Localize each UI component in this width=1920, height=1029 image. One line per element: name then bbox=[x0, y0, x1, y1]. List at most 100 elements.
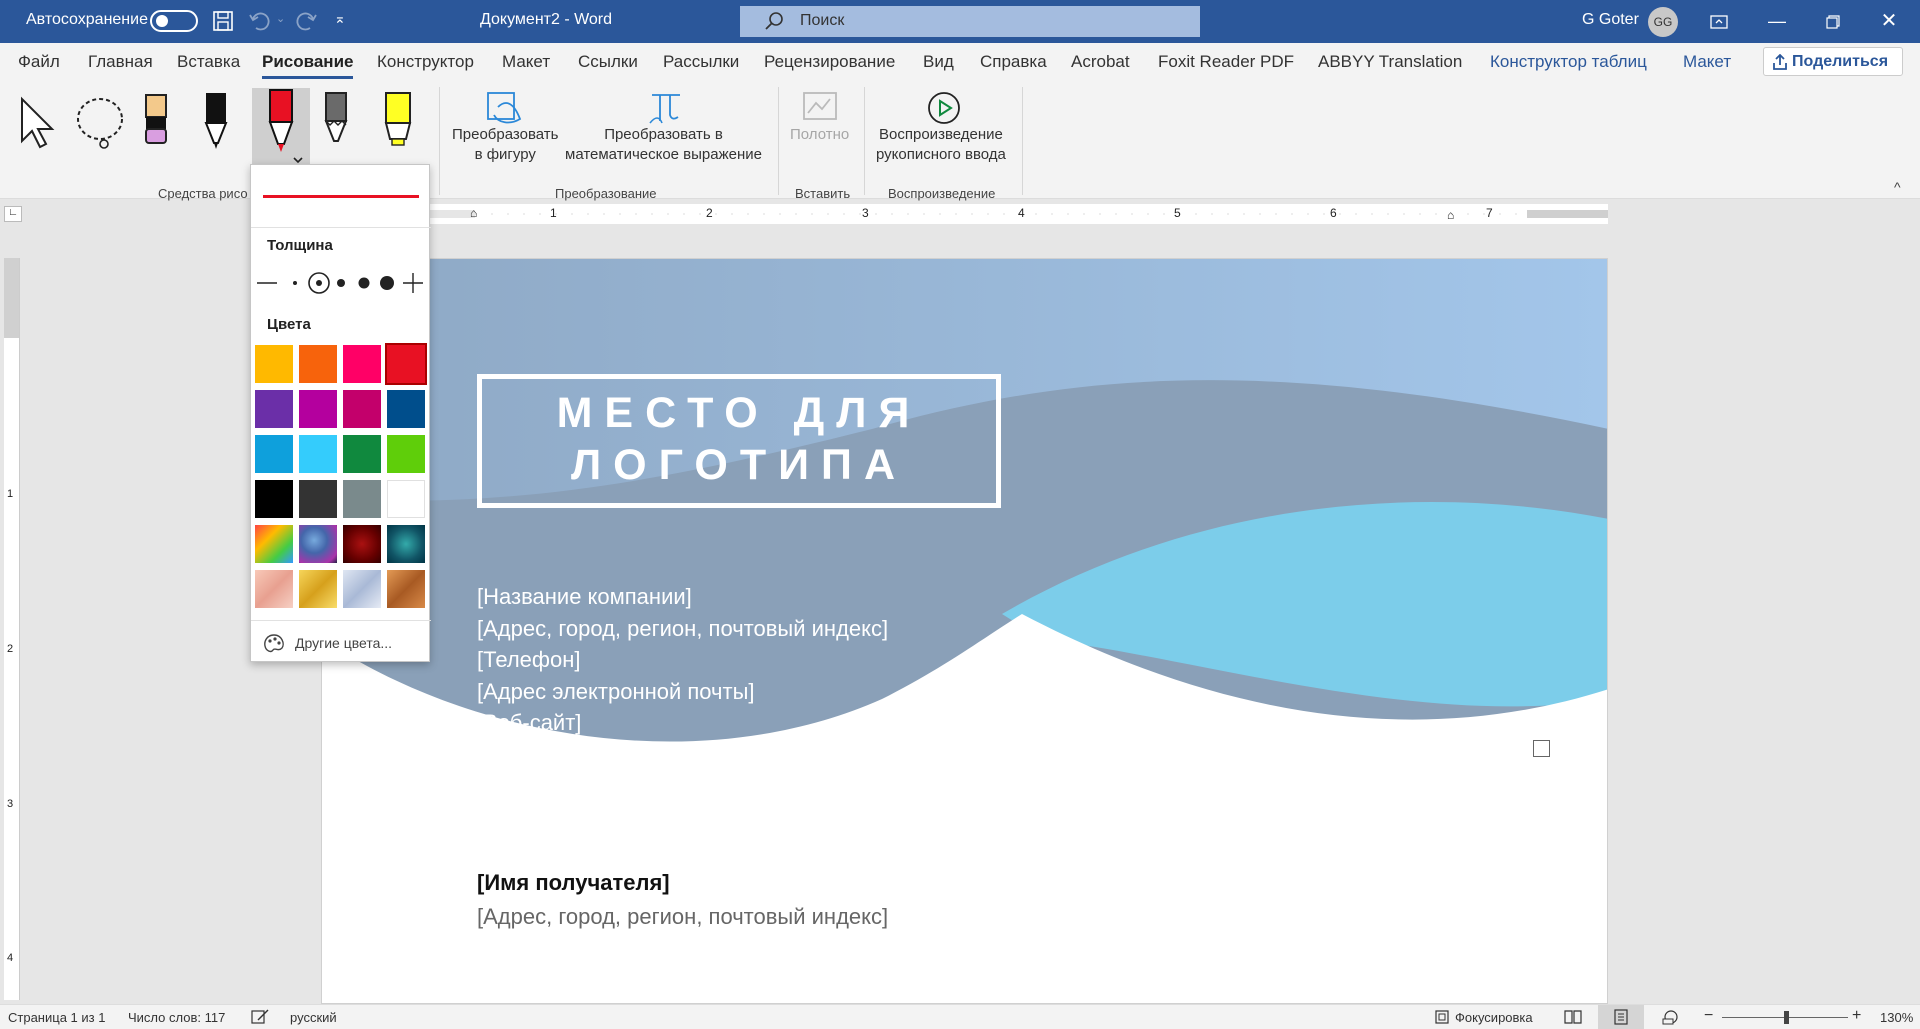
tab-references[interactable]: Ссылки bbox=[578, 52, 638, 72]
language[interactable]: русский bbox=[290, 1010, 337, 1025]
autosave-toggle[interactable] bbox=[150, 10, 198, 32]
close-icon[interactable]: ✕ bbox=[1866, 0, 1912, 43]
undo-dropdown-icon[interactable]: ⌄ bbox=[276, 12, 285, 25]
thickness-option[interactable] bbox=[293, 281, 297, 285]
share-button[interactable]: Поделиться bbox=[1763, 47, 1903, 76]
tab-acrobat[interactable]: Acrobat bbox=[1071, 52, 1130, 72]
save-icon[interactable] bbox=[212, 10, 234, 37]
ribbon-display-icon[interactable] bbox=[1696, 0, 1742, 43]
tab-draw[interactable]: Рисование bbox=[262, 52, 354, 79]
avatar[interactable]: GG bbox=[1648, 7, 1678, 37]
recipient-name[interactable]: [Имя получателя] bbox=[477, 870, 670, 896]
minimize-icon[interactable]: — bbox=[1754, 0, 1800, 43]
tab-view[interactable]: Вид bbox=[923, 52, 954, 72]
tab-layout[interactable]: Макет bbox=[502, 52, 550, 72]
color-swatch[interactable] bbox=[387, 480, 425, 518]
color-swatch[interactable] bbox=[387, 570, 425, 608]
recipient-address[interactable]: [Адрес, город, регион, почтовый индекс] bbox=[477, 904, 888, 930]
tab-selector-icon[interactable]: ∟ bbox=[4, 206, 22, 222]
tab-review[interactable]: Рецензирование bbox=[764, 52, 895, 72]
document-page[interactable]: МЕСТО ДЛЯ ЛОГОТИПА [Название компании] [… bbox=[321, 258, 1608, 1004]
tab-home[interactable]: Главная bbox=[88, 52, 153, 72]
color-swatch[interactable] bbox=[387, 435, 425, 473]
zoom-slider-thumb[interactable] bbox=[1784, 1011, 1789, 1024]
color-swatch[interactable] bbox=[343, 435, 381, 473]
color-swatch[interactable] bbox=[299, 345, 337, 383]
redo-icon[interactable] bbox=[294, 10, 318, 37]
proofing-icon[interactable] bbox=[250, 1009, 270, 1028]
tab-mailings[interactable]: Рассылки bbox=[663, 52, 739, 72]
color-swatch[interactable] bbox=[385, 343, 427, 385]
tab-insert[interactable]: Вставка bbox=[177, 52, 240, 72]
thickness-increase-icon[interactable] bbox=[403, 273, 423, 293]
color-swatch[interactable] bbox=[343, 525, 381, 563]
convert-to-shape-button[interactable]: Преобразовать в фигуру bbox=[452, 125, 558, 165]
company-name[interactable]: [Название компании] bbox=[477, 584, 692, 610]
company-website[interactable]: [Веб-сайт] bbox=[477, 710, 581, 736]
web-layout-icon[interactable] bbox=[1662, 1009, 1680, 1028]
tab-abbyy[interactable]: ABBYY Translation bbox=[1318, 52, 1462, 72]
color-swatch[interactable] bbox=[255, 570, 293, 608]
pencil-icon[interactable] bbox=[316, 89, 366, 149]
color-swatch[interactable] bbox=[255, 480, 293, 518]
ink-replay-button[interactable]: Воспроизведение рукописного ввода bbox=[876, 125, 1006, 165]
highlighter-icon[interactable] bbox=[376, 89, 426, 149]
company-email[interactable]: [Адрес электронной почты] bbox=[477, 679, 755, 705]
color-swatch[interactable] bbox=[343, 480, 381, 518]
lasso-select-icon[interactable] bbox=[74, 89, 124, 149]
zoom-out-icon[interactable]: − bbox=[1704, 1007, 1713, 1025]
color-swatch[interactable] bbox=[299, 525, 337, 563]
print-layout-button[interactable] bbox=[1598, 1005, 1644, 1029]
color-swatch[interactable] bbox=[255, 435, 293, 473]
horizontal-ruler[interactable]: ⌂ 1 2 3 4 5 6 7 ⌂ bbox=[320, 204, 1608, 224]
drawing-canvas-button[interactable]: Полотно bbox=[790, 125, 849, 145]
vertical-ruler[interactable]: 1 2 3 4 bbox=[4, 258, 20, 1000]
company-address[interactable]: [Адрес, город, регион, почтовый индекс] bbox=[477, 616, 888, 642]
undo-icon[interactable] bbox=[248, 10, 272, 37]
right-indent-marker[interactable]: ⌂ bbox=[1447, 208, 1454, 222]
customize-toolbar-icon[interactable]: ⌅ bbox=[334, 10, 346, 27]
color-swatch[interactable] bbox=[387, 390, 425, 428]
color-swatch[interactable] bbox=[299, 390, 337, 428]
logo-placeholder[interactable]: МЕСТО ДЛЯ ЛОГОТИПА bbox=[477, 374, 1001, 508]
divider bbox=[251, 227, 431, 228]
color-swatch[interactable] bbox=[255, 345, 293, 383]
thickness-option[interactable] bbox=[337, 279, 345, 287]
color-swatch[interactable] bbox=[387, 525, 425, 563]
red-pen-icon[interactable] bbox=[252, 88, 310, 168]
thickness-option[interactable] bbox=[358, 277, 370, 289]
select-tool-icon[interactable] bbox=[14, 89, 64, 149]
thickness-option[interactable] bbox=[380, 276, 394, 290]
more-colors-button[interactable]: Другие цвета... bbox=[263, 631, 423, 655]
tab-design[interactable]: Конструктор bbox=[377, 52, 474, 72]
tab-file[interactable]: Файл bbox=[18, 52, 60, 72]
color-swatch[interactable] bbox=[299, 570, 337, 608]
color-swatch[interactable] bbox=[343, 570, 381, 608]
color-swatch[interactable] bbox=[343, 345, 381, 383]
user-name[interactable]: G Goter bbox=[1582, 11, 1639, 29]
tab-foxit[interactable]: Foxit Reader PDF bbox=[1158, 52, 1294, 72]
tab-table-design[interactable]: Конструктор таблиц bbox=[1490, 52, 1647, 72]
black-pen-icon[interactable] bbox=[196, 89, 246, 149]
ink-to-math-button[interactable]: Преобразовать в математическое выражение bbox=[565, 125, 762, 165]
read-mode-icon[interactable] bbox=[1564, 1009, 1582, 1028]
collapse-ribbon-icon[interactable]: ^ bbox=[1894, 179, 1901, 195]
company-phone[interactable]: [Телефон] bbox=[477, 647, 581, 673]
search-box[interactable]: Поиск bbox=[740, 6, 1200, 37]
page-count[interactable]: Страница 1 из 1 bbox=[8, 1010, 105, 1025]
tab-table-layout[interactable]: Макет bbox=[1683, 52, 1731, 72]
zoom-in-icon[interactable]: + bbox=[1852, 1007, 1861, 1025]
tab-help[interactable]: Справка bbox=[980, 52, 1047, 72]
color-swatch[interactable] bbox=[343, 390, 381, 428]
word-count[interactable]: Число слов: 117 bbox=[128, 1010, 225, 1025]
focus-mode-button[interactable]: Фокусировка bbox=[1455, 1010, 1533, 1025]
color-swatch[interactable] bbox=[299, 435, 337, 473]
color-swatch[interactable] bbox=[255, 390, 293, 428]
anchor-box-icon[interactable] bbox=[1533, 740, 1550, 757]
restore-icon[interactable] bbox=[1810, 0, 1856, 43]
zoom-level[interactable]: 130% bbox=[1880, 1010, 1913, 1025]
eraser-icon[interactable] bbox=[136, 89, 186, 149]
first-line-indent-marker[interactable]: ⌂ bbox=[470, 206, 477, 220]
color-swatch[interactable] bbox=[255, 525, 293, 563]
color-swatch[interactable] bbox=[299, 480, 337, 518]
